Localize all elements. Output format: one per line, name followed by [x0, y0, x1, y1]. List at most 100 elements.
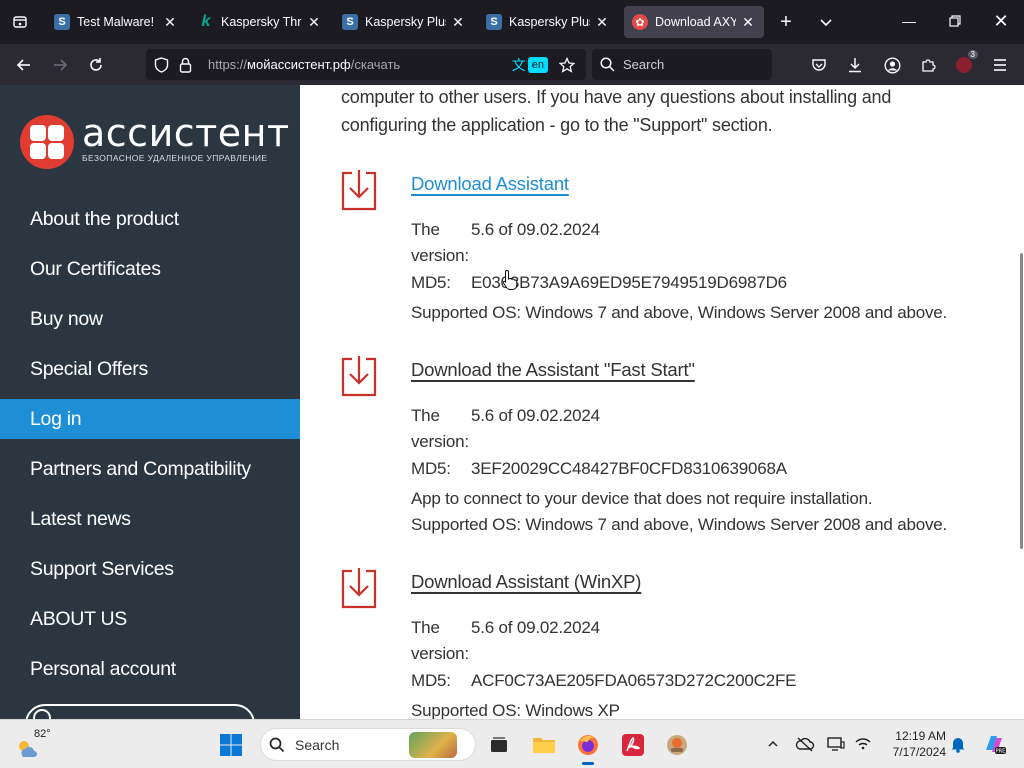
close-tab-icon[interactable]: ✕	[594, 14, 610, 31]
navigation-toolbar: https://мойассистент.рф/скачать 文 en Sea…	[0, 44, 1024, 85]
app-menu-button[interactable]	[985, 50, 1015, 80]
version-value: 5.6 of 09.02.2024	[471, 618, 600, 637]
download-fast-start-link[interactable]: Download the Assistant "Fast Start"	[411, 359, 695, 381]
version-label-cont: version:	[411, 432, 469, 451]
downloads-button[interactable]	[840, 50, 870, 80]
back-button[interactable]	[9, 50, 39, 80]
cloud-offline-icon	[795, 737, 815, 752]
tab-kaspersky-threat[interactable]: k Kaspersky Threa ✕	[190, 6, 330, 38]
web-search-box[interactable]: Search	[592, 49, 772, 80]
extensions-button[interactable]	[913, 50, 943, 80]
search-icon	[600, 57, 615, 72]
close-tab-icon[interactable]: ✕	[740, 14, 756, 31]
list-all-tabs-button[interactable]	[6, 8, 34, 36]
taskbar-clock[interactable]: 12:19 AM 7/17/2024	[882, 728, 946, 760]
md5-value: ACF0C73AE205FDA06573D272C200C2FE	[471, 671, 797, 690]
copilot-button[interactable]: PRE	[980, 732, 1008, 756]
tab-kaspersky-plus-2[interactable]: S Kaspersky Plus ✕	[478, 6, 618, 38]
site-search-input[interactable]	[25, 704, 255, 719]
nav-about-product[interactable]: About the product	[0, 199, 300, 239]
restore-icon	[949, 15, 961, 27]
search-icon	[33, 709, 51, 719]
weather-widget[interactable]: 82°	[16, 728, 56, 762]
nav-about-us[interactable]: ABOUT US	[0, 599, 300, 639]
md5-label: MD5:	[411, 459, 451, 478]
tab-title: Download AXYS	[655, 15, 736, 29]
page-scrollbar[interactable]	[1016, 85, 1024, 719]
kaspersky-s-favicon-icon: S	[486, 14, 502, 30]
onedrive-tray-button[interactable]	[793, 732, 817, 756]
translate-language-badge: en	[527, 56, 548, 73]
md5-row: MD5: E0303B73A9A69ED95E7949519D6987D6	[411, 273, 787, 293]
notifications-button[interactable]	[946, 732, 970, 756]
nav-support-services[interactable]: Support Services	[0, 549, 300, 589]
display-tray-button[interactable]	[824, 732, 848, 756]
download-icon[interactable]	[341, 567, 377, 609]
scrollbar-thumb[interactable]	[1020, 253, 1023, 549]
bookmark-star-button[interactable]	[556, 54, 578, 76]
lock-icon[interactable]	[174, 54, 196, 76]
download-assistant-link[interactable]: Download Assistant	[411, 173, 569, 195]
maximize-button[interactable]	[932, 6, 978, 36]
close-tab-icon[interactable]: ✕	[162, 14, 178, 31]
nav-personal-account[interactable]: Personal account	[0, 649, 300, 689]
forward-button[interactable]	[45, 50, 75, 80]
site-nav-menu: About the product Our Certificates Buy n…	[0, 199, 300, 699]
start-button[interactable]	[214, 728, 248, 762]
nav-latest-news[interactable]: Latest news	[0, 499, 300, 539]
close-tab-icon[interactable]: ✕	[450, 14, 466, 31]
firefox-taskbar-button[interactable]	[571, 728, 605, 765]
arrow-left-icon	[16, 59, 30, 71]
close-tab-icon[interactable]: ✕	[306, 14, 322, 31]
nav-buy-now[interactable]: Buy now	[0, 299, 300, 339]
show-hidden-icons-button[interactable]	[761, 732, 785, 756]
app-taskbar-button[interactable]	[660, 728, 694, 762]
tracking-protection-shield-icon[interactable]	[150, 54, 172, 76]
logo-wordmark: ассистент	[82, 111, 290, 155]
network-tray-button[interactable]	[851, 732, 875, 756]
nav-log-in[interactable]: Log in	[0, 399, 300, 439]
clock-date: 7/17/2024	[892, 745, 946, 759]
pocket-button[interactable]	[804, 50, 834, 80]
url-host: мойассистент.рф	[247, 57, 351, 72]
task-view-icon	[491, 737, 507, 752]
translate-page-button[interactable]: 文 en	[512, 54, 548, 75]
site-sidebar: ассистент БЕЗОПАСНОЕ УДАЛЕННОЕ УПРАВЛЕНИ…	[0, 85, 300, 719]
tab-list-dropdown-button[interactable]	[812, 8, 840, 36]
web-page: ассистент БЕЗОПАСНОЕ УДАЛЕННОЕ УПРАВЛЕНИ…	[0, 85, 1024, 719]
download-winxp-link[interactable]: Download Assistant (WinXP)	[411, 571, 641, 593]
new-tab-button[interactable]: +	[772, 8, 800, 36]
download-icon[interactable]	[341, 355, 377, 397]
minimize-icon: —	[902, 13, 916, 29]
close-icon: ✕	[993, 10, 1009, 31]
taskbar-search-box[interactable]: Search	[260, 728, 476, 761]
reload-button[interactable]	[81, 50, 111, 80]
file-explorer-button[interactable]	[527, 728, 561, 762]
kaspersky-s-favicon-icon: S	[342, 14, 358, 30]
nav-certificates[interactable]: Our Certificates	[0, 249, 300, 289]
task-view-button[interactable]	[482, 728, 516, 762]
nav-special-offers[interactable]: Special Offers	[0, 349, 300, 389]
site-logo[interactable]: ассистент БЕЗОПАСНОЕ УДАЛЕННОЕ УПРАВЛЕНИ…	[20, 111, 290, 173]
account-button[interactable]	[877, 50, 907, 80]
address-bar[interactable]: https://мойассистент.рф/скачать 文 en	[146, 49, 586, 80]
acrobat-icon	[622, 734, 644, 756]
md5-value: 3EF20029CC48427BF0CFD8310639068A	[471, 459, 787, 478]
bell-icon	[951, 738, 965, 753]
download-block-fast-start: Download the Assistant "Fast Start" The 5…	[341, 355, 981, 535]
tab-test-malware[interactable]: S Test Malware! - \ ✕	[46, 6, 186, 38]
version-label: The	[411, 618, 440, 637]
close-window-button[interactable]: ✕	[978, 6, 1024, 36]
windows-taskbar: 82° Search 12:19 AM 7/17/2024 PRE	[0, 719, 1024, 768]
nav-partners[interactable]: Partners and Compatibility	[0, 449, 300, 489]
minimize-button[interactable]: —	[886, 6, 932, 36]
tab-kaspersky-plus-1[interactable]: S Kaspersky Plus ✕	[334, 6, 474, 38]
tab-download-axys[interactable]: ✿ Download AXYS ✕	[624, 6, 764, 38]
assistant-logo-icon	[20, 115, 74, 169]
puzzle-piece-icon	[922, 59, 936, 72]
pdf-app-button[interactable]	[616, 728, 650, 762]
supported-os: Supported OS: Windows 7 and above, Windo…	[411, 515, 948, 534]
kaspersky-extension-button[interactable]: 3	[949, 50, 979, 80]
download-icon[interactable]	[341, 169, 377, 211]
temperature: 82°	[34, 728, 51, 740]
